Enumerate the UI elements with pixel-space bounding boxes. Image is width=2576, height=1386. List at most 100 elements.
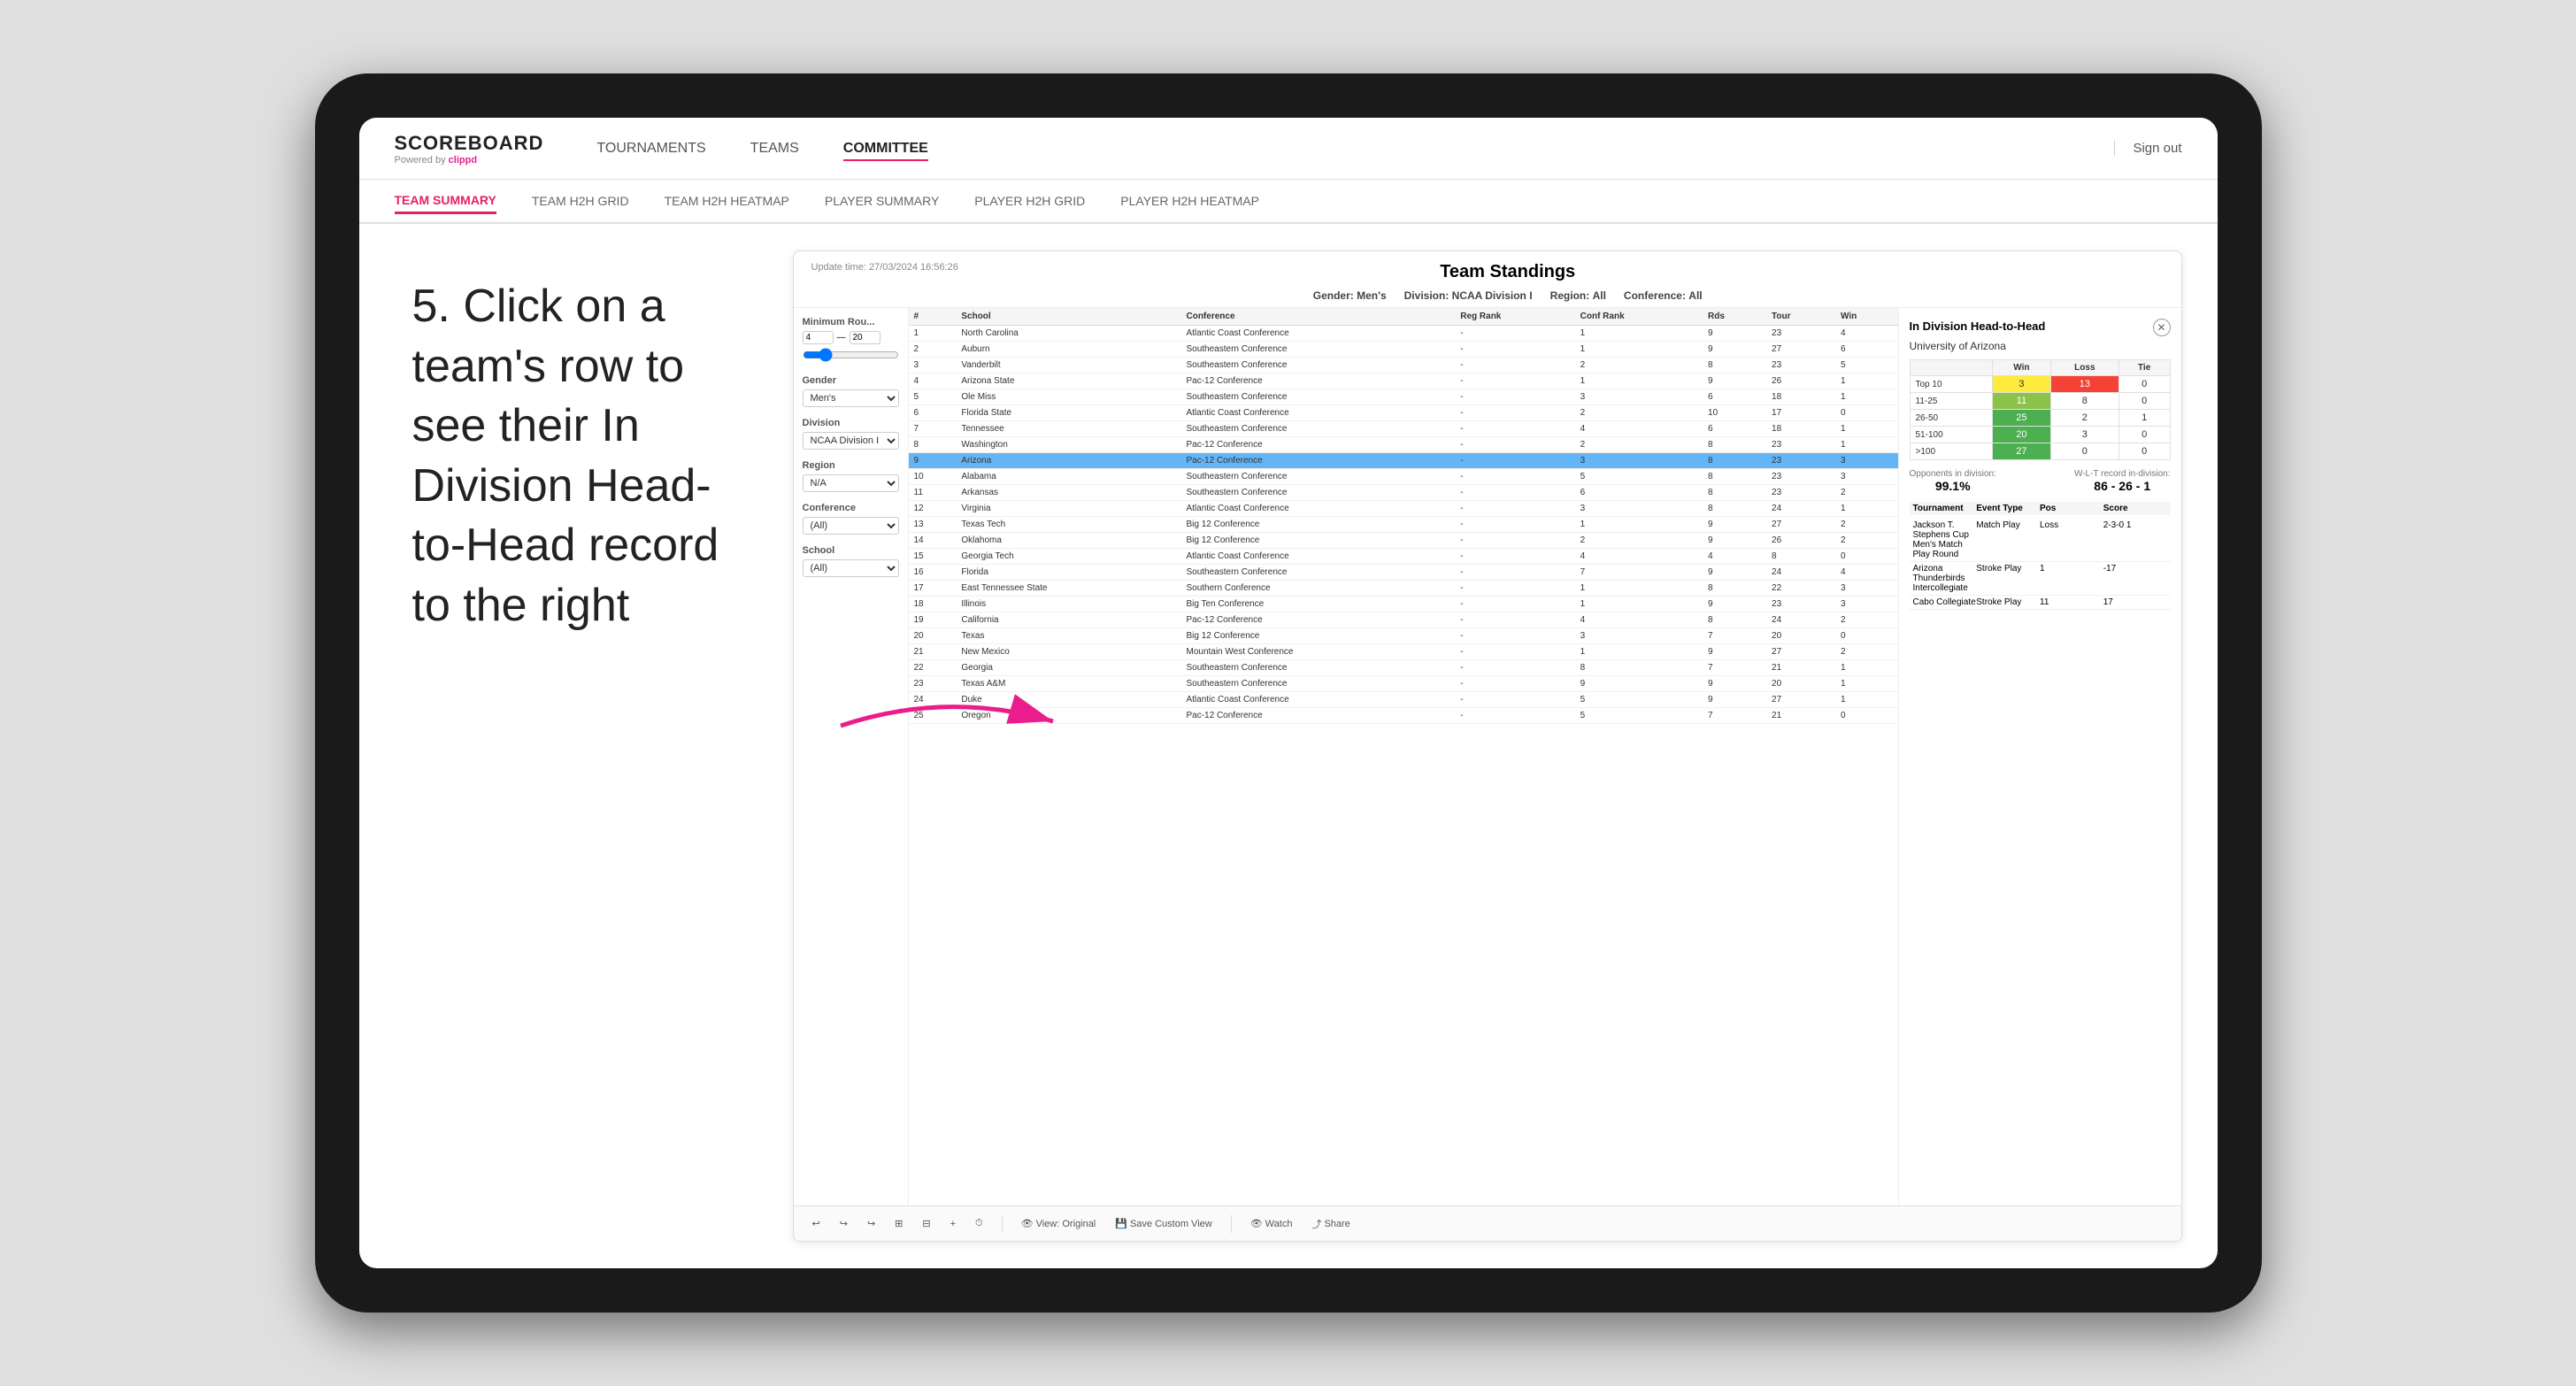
min-rounds-slider[interactable] — [803, 348, 899, 362]
tournament-col-name: Tournament — [1913, 504, 1977, 513]
cell-rds: 8 — [1703, 581, 1766, 597]
conference-select[interactable]: (All) — [803, 517, 899, 535]
table-row[interactable]: 11 Arkansas Southeastern Conference - 6 … — [909, 485, 1898, 501]
redo-button-1[interactable]: ↪ — [834, 1216, 853, 1231]
cell-win: 2 — [1835, 517, 1898, 533]
cell-rds: 6 — [1703, 421, 1766, 437]
table-row[interactable]: 17 East Tennessee State Southern Confere… — [909, 581, 1898, 597]
subnav-player-h2h-grid[interactable]: PLAYER H2H GRID — [974, 189, 1085, 212]
nav-teams[interactable]: TEAMS — [750, 136, 799, 161]
table-row[interactable]: 6 Florida State Atlantic Coast Conferenc… — [909, 405, 1898, 421]
table-row[interactable]: 24 Duke Atlantic Coast Conference - 5 9 … — [909, 692, 1898, 708]
paste-button[interactable]: ⊟ — [917, 1216, 935, 1231]
cell-rds: 9 — [1703, 373, 1766, 389]
view-original-button[interactable]: 👁 View: Original — [1016, 1216, 1102, 1231]
save-custom-button[interactable]: 💾 Save Custom View — [1110, 1216, 1217, 1231]
table-row[interactable]: 25 Oregon Pac-12 Conference - 5 7 21 0 — [909, 708, 1898, 724]
share-icon: ⤴ — [1311, 1217, 1321, 1231]
logo-area: SCOREBOARD Powered by clippd — [395, 132, 544, 166]
cell-conf-rank: 3 — [1575, 501, 1703, 517]
cell-num: 3 — [909, 358, 957, 373]
sign-out-button[interactable]: Sign out — [2114, 141, 2181, 156]
table-row[interactable]: 12 Virginia Atlantic Coast Conference - … — [909, 501, 1898, 517]
cell-school: New Mexico — [956, 644, 1180, 660]
cell-conf-rank: 7 — [1575, 565, 1703, 581]
add-button[interactable]: + — [945, 1217, 961, 1231]
table-row[interactable]: 15 Georgia Tech Atlantic Coast Conferenc… — [909, 549, 1898, 565]
cell-reg-rank: - — [1455, 644, 1574, 660]
division-select[interactable]: NCAA Division I — [803, 432, 899, 450]
cell-num: 19 — [909, 612, 957, 628]
table-row[interactable]: 2 Auburn Southeastern Conference - 1 9 2… — [909, 342, 1898, 358]
table-row[interactable]: 18 Illinois Big Ten Conference - 1 9 23 … — [909, 597, 1898, 612]
table-row[interactable]: 16 Florida Southeastern Conference - 7 9… — [909, 565, 1898, 581]
cell-rds: 7 — [1703, 708, 1766, 724]
cell-school: California — [956, 612, 1180, 628]
h2h-wlt-label: W-L-T record in-division: — [2074, 469, 2171, 479]
undo-button[interactable]: ↩ — [807, 1216, 826, 1231]
cell-tour: 23 — [1766, 326, 1835, 342]
nav-tournaments[interactable]: TOURNAMENTS — [596, 136, 705, 161]
cell-tour: 20 — [1766, 676, 1835, 692]
cell-school: Ole Miss — [956, 389, 1180, 405]
nav-committee[interactable]: COMMITTEE — [843, 136, 928, 161]
cell-conf-rank: 8 — [1575, 660, 1703, 676]
subnav-team-h2h-heatmap[interactable]: TEAM H2H HEATMAP — [665, 189, 789, 212]
copy-button[interactable]: ⊞ — [889, 1216, 908, 1231]
min-rounds-max-input[interactable] — [850, 331, 880, 344]
clock-button[interactable]: ⏱ — [970, 1216, 988, 1231]
cell-num: 16 — [909, 565, 957, 581]
table-row[interactable]: 9 Arizona Pac-12 Conference - 3 8 23 3 — [909, 453, 1898, 469]
h2h-close-button[interactable]: ✕ — [2153, 319, 2171, 336]
cell-conference: Atlantic Coast Conference — [1180, 326, 1455, 342]
tournament-row: Cabo Collegiate Stroke Play 11 17 — [1910, 596, 2171, 610]
watch-button[interactable]: 👁 Watch — [1245, 1216, 1298, 1231]
h2h-cell-loss: 13 — [2050, 376, 2118, 393]
redo-button-2[interactable]: ↪ — [862, 1216, 880, 1231]
share-button[interactable]: ⤴ Share — [1306, 1215, 1355, 1233]
gender-select[interactable]: Men's — [803, 389, 899, 407]
table-row[interactable]: 23 Texas A&M Southeastern Conference - 9… — [909, 676, 1898, 692]
subnav-team-h2h-grid[interactable]: TEAM H2H GRID — [532, 189, 629, 212]
table-row[interactable]: 3 Vanderbilt Southeastern Conference - 2… — [909, 358, 1898, 373]
cell-rds: 8 — [1703, 358, 1766, 373]
table-row[interactable]: 20 Texas Big 12 Conference - 3 7 20 0 — [909, 628, 1898, 644]
cell-school: Texas — [956, 628, 1180, 644]
standings-title: Team Standings — [958, 262, 2057, 282]
subnav-player-h2h-heatmap[interactable]: PLAYER H2H HEATMAP — [1120, 189, 1259, 212]
table-row[interactable]: 19 California Pac-12 Conference - 4 8 24… — [909, 612, 1898, 628]
subnav-team-summary[interactable]: TEAM SUMMARY — [395, 189, 496, 214]
cell-school: Vanderbilt — [956, 358, 1180, 373]
table-row[interactable]: 14 Oklahoma Big 12 Conference - 2 9 26 2 — [909, 533, 1898, 549]
h2h-cell-loss: 3 — [2050, 427, 2118, 443]
tournament-pos: 1 — [2040, 564, 2103, 593]
table-row[interactable]: 1 North Carolina Atlantic Coast Conferen… — [909, 326, 1898, 342]
cell-win: 1 — [1835, 437, 1898, 453]
table-row[interactable]: 8 Washington Pac-12 Conference - 2 8 23 … — [909, 437, 1898, 453]
cell-num: 6 — [909, 405, 957, 421]
cell-win: 5 — [1835, 358, 1898, 373]
table-row[interactable]: 10 Alabama Southeastern Conference - 5 8… — [909, 469, 1898, 485]
tournament-name: Arizona Thunderbirds Intercollegiate — [1913, 564, 1977, 593]
h2h-cell-loss: 2 — [2050, 410, 2118, 427]
view-icon: 👁 — [1021, 1218, 1034, 1229]
table-row[interactable]: 21 New Mexico Mountain West Conference -… — [909, 644, 1898, 660]
school-select[interactable]: (All) — [803, 559, 899, 577]
table-row[interactable]: 4 Arizona State Pac-12 Conference - 1 9 … — [909, 373, 1898, 389]
cell-rds: 9 — [1703, 342, 1766, 358]
toolbar-sep-1 — [1002, 1215, 1003, 1233]
region-select[interactable]: N/A — [803, 474, 899, 492]
h2h-cell-label: Top 10 — [1910, 376, 1992, 393]
cell-reg-rank: - — [1455, 501, 1574, 517]
col-rds: Rds — [1703, 308, 1766, 326]
table-row[interactable]: 13 Texas Tech Big 12 Conference - 1 9 27… — [909, 517, 1898, 533]
cell-conf-rank: 4 — [1575, 612, 1703, 628]
subnav-player-summary[interactable]: PLAYER SUMMARY — [825, 189, 939, 212]
table-row[interactable]: 22 Georgia Southeastern Conference - 8 7… — [909, 660, 1898, 676]
cell-conf-rank: 3 — [1575, 389, 1703, 405]
table-row[interactable]: 5 Ole Miss Southeastern Conference - 3 6… — [909, 389, 1898, 405]
table-row[interactable]: 7 Tennessee Southeastern Conference - 4 … — [909, 421, 1898, 437]
min-rounds-input[interactable] — [803, 331, 834, 344]
cell-reg-rank: - — [1455, 597, 1574, 612]
cell-rds: 9 — [1703, 565, 1766, 581]
